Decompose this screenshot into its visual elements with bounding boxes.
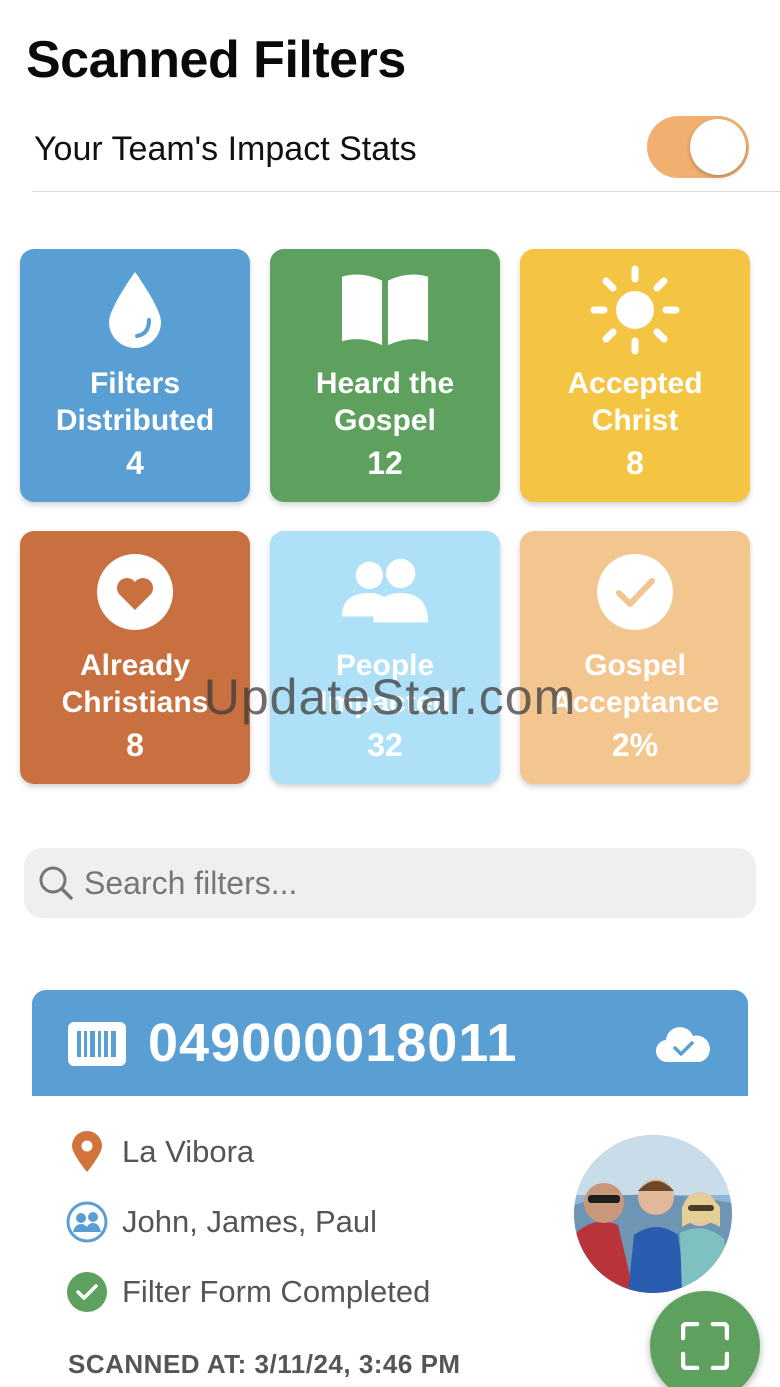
barcode-icon [68,1022,126,1066]
filter-status: Filter Form Completed [122,1274,431,1309]
location-pin-icon [64,1130,110,1174]
scan-frame-icon [681,1322,729,1370]
cloud-check-icon [656,1027,710,1063]
water-drop-icon [90,265,180,355]
toggle-knob[interactable] [690,119,746,175]
filter-code: 049000018011 [148,1013,518,1073]
search-input[interactable] [84,860,734,906]
search-icon [39,866,73,900]
open-book-icon [340,265,430,355]
people-icon [340,547,430,637]
team-photo-avatar[interactable] [574,1135,732,1293]
stat-value: 8 [626,445,644,481]
stat-value: 8 [126,727,144,763]
impact-stats-row: Your Team's Impact Stats [32,112,780,192]
stat-card-heard-gospel[interactable]: Heard the Gospel 12 [270,249,500,502]
stat-label: People Impacted [319,649,451,719]
stat-label: Gospel Acceptance [550,649,720,719]
stat-label: Accepted Christ [567,367,703,437]
stat-card-gospel-acceptance[interactable]: Gospel Acceptance 2% [520,531,750,784]
checkmark-circle-icon [590,547,680,637]
filter-team: John, James, Paul [122,1204,378,1239]
stat-value: 4 [126,445,144,481]
search-bar[interactable] [24,848,756,918]
stat-card-already-christians[interactable]: Already Christians 8 [20,531,250,784]
filter-location: La Vibora [122,1134,255,1169]
stat-value: 32 [367,727,403,763]
page-title: Scanned Filters [26,31,406,89]
filter-status-row: Filter Form Completed [64,1270,430,1314]
stat-label: Already Christians [61,649,209,719]
stat-value: 12 [367,445,403,481]
filter-location-row: La Vibora [64,1130,254,1174]
heart-circle-icon [90,547,180,637]
stat-label: Heard the Gospel [315,367,455,437]
stats-grid: Filters Distributed 4 Heard the Gospel 12 [20,249,750,784]
sun-icon [590,265,680,355]
impact-stats-label: Your Team's Impact Stats [34,130,417,168]
stat-card-filters-distributed[interactable]: Filters Distributed 4 [20,249,250,502]
impact-stats-toggle[interactable] [647,116,749,178]
stat-card-people-impacted[interactable]: People Impacted 32 [270,531,500,784]
stat-card-accepted-christ[interactable]: Accepted Christ 8 [520,249,750,502]
filter-card-header[interactable]: 049000018011 [32,990,748,1096]
stat-value: 2% [611,727,659,763]
team-icon [64,1200,110,1244]
check-circle-icon [64,1270,110,1314]
filter-team-row: John, James, Paul [64,1200,377,1244]
scan-button[interactable] [650,1291,760,1387]
scanned-at: SCANNED AT: 3/11/24, 3:46 PM [68,1349,461,1379]
stat-label: Filters Distributed [55,367,215,437]
